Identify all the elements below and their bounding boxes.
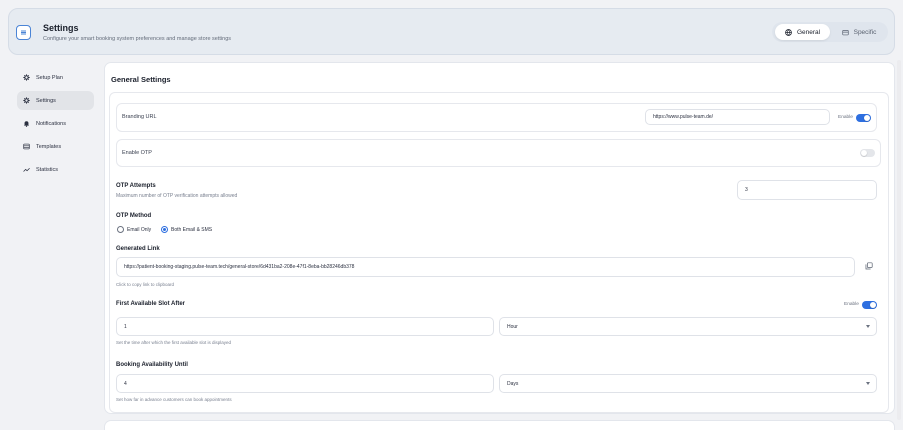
sidebar-item-label: Notifications [36, 120, 66, 127]
radio-email-sms-label: Both Email & SMS [171, 227, 213, 233]
first-slot-help: Set the time after which the first avail… [116, 340, 232, 345]
availability-help: Set how far in advance customers can boo… [116, 397, 232, 402]
generated-link-help: Click to copy link to clipboard [116, 282, 175, 287]
tab-general[interactable]: General [775, 24, 830, 40]
sidebar-item-notifications[interactable]: Notifications [17, 114, 94, 133]
chevron-down-icon [866, 324, 870, 328]
radio-email-only-label: Email Only [127, 227, 152, 233]
sidebar-item-label: Statistics [36, 166, 59, 173]
availability-title: Booking Availability Until [116, 362, 188, 368]
sidebar-item-statistics[interactable]: Statistics [17, 160, 94, 179]
branding-url-input[interactable]: https://www.pulse-team.de/ [645, 109, 830, 125]
settings-panel-icon [16, 25, 31, 40]
branding-label: Branding URL [122, 114, 157, 120]
page-title: Settings [43, 23, 79, 33]
radio-email-only[interactable] [117, 226, 124, 233]
first-slot-toggle[interactable] [862, 301, 877, 309]
section-title: General Settings [111, 75, 171, 84]
next-card-edge [104, 420, 895, 430]
availability-unit-value: Days [507, 380, 519, 387]
first-slot-toggle-label: Enable [844, 302, 859, 307]
otp-attempts-input[interactable]: 3 [737, 180, 877, 200]
branding-toggle[interactable] [856, 114, 871, 122]
trend-icon [23, 167, 30, 172]
sidebar-item-setup-plan[interactable]: Setup Plan [17, 68, 94, 87]
generated-link-input[interactable]: https://patient-booking-staging.pulse-te… [116, 257, 855, 277]
first-slot-value-input[interactable]: 1 [116, 317, 494, 336]
otp-attempts-title: OTP Attempts [116, 183, 156, 189]
branding-toggle-label: Enable [838, 115, 853, 120]
generated-link-title: Generated Link [116, 246, 160, 252]
gear-icon [23, 74, 30, 81]
otp-attempts-help: Maximum number of OTP verification attem… [116, 193, 238, 199]
list-icon [23, 143, 30, 150]
page-header: Settings Configure your smart booking sy… [8, 8, 895, 55]
first-slot-unit-select[interactable]: Hour [499, 317, 877, 336]
first-slot-unit-value: Hour [507, 323, 518, 330]
tab-specific[interactable]: Specific [832, 24, 886, 40]
first-slot-title: First Available Slot After [116, 301, 186, 307]
sidebar-item-templates[interactable]: Templates [17, 137, 94, 156]
availability-unit-select[interactable]: Days [499, 374, 877, 393]
bell-icon [23, 121, 30, 127]
gear-icon [23, 97, 30, 104]
page-subtitle: Configure your smart booking system pref… [43, 36, 232, 42]
tab-specific-label: Specific [853, 28, 877, 36]
scope-switch: General Specific [772, 22, 888, 42]
otp-label: Enable OTP [122, 150, 152, 156]
tab-general-label: General [796, 28, 821, 36]
sidebar-item-label: Settings [36, 97, 56, 104]
otp-method-title: OTP Method [116, 213, 152, 219]
sidebar-item-settings[interactable]: Settings [17, 91, 94, 110]
page-scrollbar[interactable] [897, 60, 901, 420]
chevron-down-icon [866, 381, 870, 385]
store-icon [841, 29, 849, 35]
copy-icon [865, 261, 873, 269]
availability-value-input[interactable]: 4 [116, 374, 494, 393]
otp-toggle[interactable] [860, 149, 875, 157]
sidebar: Setup Plan Settings Notifications Templa… [0, 60, 103, 430]
radio-email-sms[interactable] [161, 226, 168, 233]
otp-row [116, 139, 881, 167]
globe-icon [785, 28, 792, 36]
sidebar-item-label: Templates [36, 143, 62, 150]
copy-link-button[interactable] [861, 258, 876, 273]
sidebar-item-label: Setup Plan [36, 74, 63, 81]
